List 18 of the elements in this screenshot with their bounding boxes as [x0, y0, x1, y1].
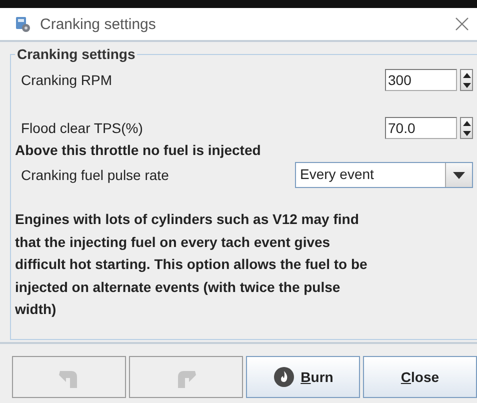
close-button[interactable]: Close — [363, 356, 477, 398]
number-field[interactable]: 300 — [385, 69, 457, 91]
spinner-buttons[interactable] — [460, 69, 473, 91]
app-icon — [14, 15, 32, 33]
pulse-rate-dropdown[interactable]: Every event — [295, 162, 473, 188]
group-title: Cranking settings — [16, 46, 136, 62]
caret-icon — [453, 172, 465, 178]
close-icon[interactable] — [455, 17, 469, 31]
number-field[interactable]: 70.0 — [385, 117, 457, 139]
description-text: Engines with lots of cylinders such as V12 may find that the injecting fuel on every tach event gives difficult hot starting. This option allows the fuel to be injected on alternate events (with twice the pulse width) — [15, 210, 368, 319]
window-title: Cranking settings — [40, 16, 157, 32]
spinner-buttons[interactable] — [460, 117, 473, 139]
flame-icon — [272, 366, 295, 388]
note-text: Above this throttle no fuel is injected — [15, 141, 262, 160]
field-label: Cranking RPM — [20, 72, 112, 88]
field-label: Flood clear TPS(%) — [20, 120, 143, 136]
field-label: Cranking fuel pulse rate — [20, 167, 169, 183]
burn-button[interactable]: Burn — [246, 356, 360, 398]
